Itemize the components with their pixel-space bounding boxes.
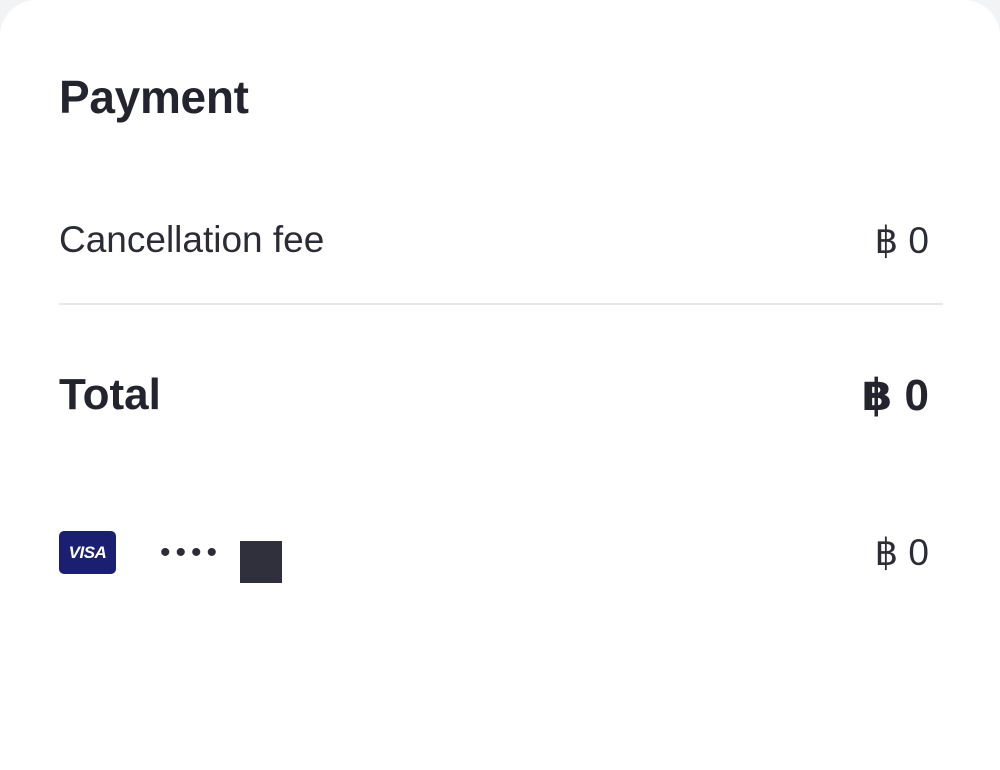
divider bbox=[59, 303, 943, 305]
cancellation-fee-value: ฿ 0 bbox=[874, 219, 929, 261]
cancellation-fee-row: Cancellation fee ฿ 0 bbox=[59, 215, 929, 265]
redacted-card-digits bbox=[240, 540, 283, 583]
payment-method-row[interactable]: VISA •••• ฿ 0 bbox=[59, 523, 929, 583]
payment-method-info: VISA •••• bbox=[59, 523, 283, 583]
total-row: Total ฿ 0 bbox=[59, 365, 929, 425]
payment-title: Payment bbox=[59, 71, 249, 123]
cancellation-fee-label: Cancellation fee bbox=[59, 219, 325, 260]
total-label: Total bbox=[59, 370, 161, 419]
masked-card-number: •••• bbox=[160, 535, 223, 569]
payment-card: Payment Cancellation fee ฿ 0 Total ฿ 0 V… bbox=[0, 0, 1000, 770]
visa-card-icon: VISA bbox=[59, 531, 116, 574]
total-value: ฿ 0 bbox=[861, 370, 929, 420]
payment-method-amount: ฿ 0 bbox=[874, 532, 929, 573]
